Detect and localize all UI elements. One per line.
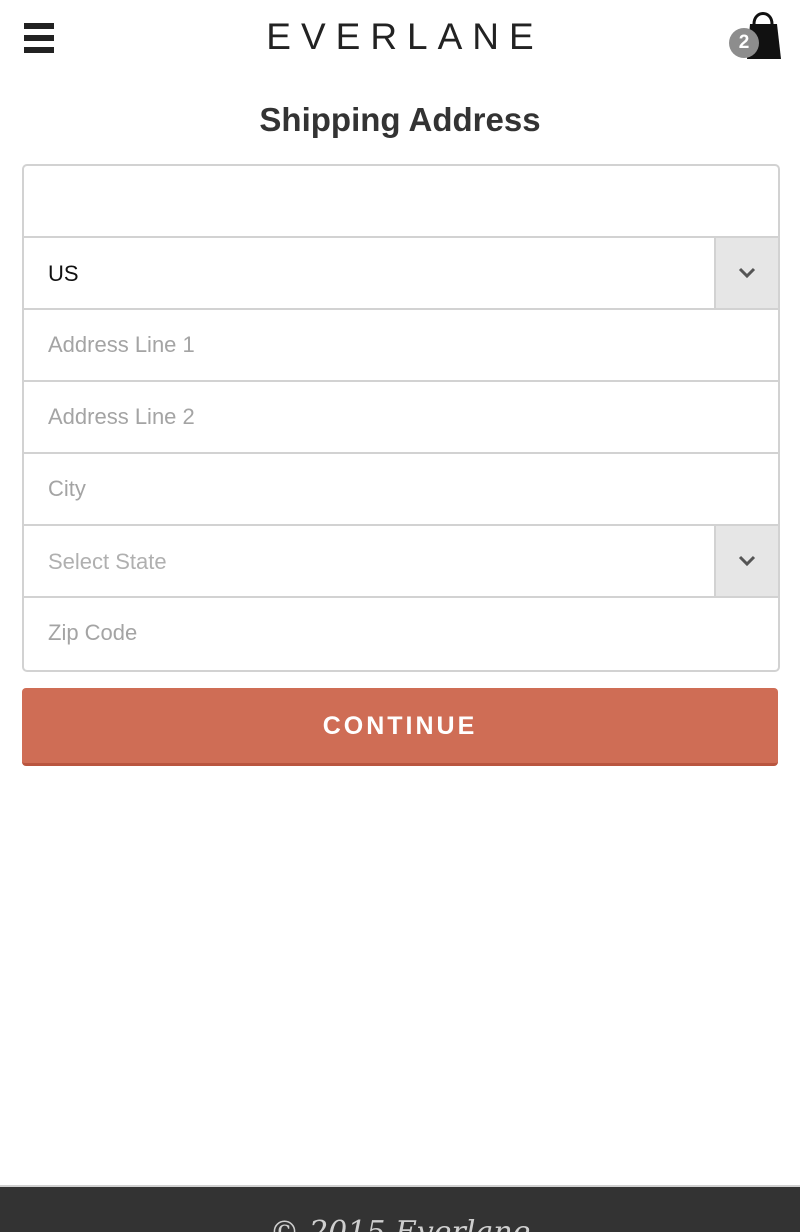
state-dropdown-button[interactable]	[714, 526, 778, 596]
full-name-row	[24, 166, 778, 238]
address-line2-input[interactable]	[24, 382, 778, 452]
zip-code-row	[24, 598, 778, 668]
chevron-down-icon	[738, 555, 756, 567]
address-line1-input[interactable]	[24, 310, 778, 380]
continue-button[interactable]: CONTINUE	[22, 688, 778, 766]
city-row	[24, 454, 778, 526]
header: EVERLANE 2	[0, 0, 800, 80]
brand-logo[interactable]: EVERLANE	[0, 16, 800, 58]
cart-count-badge: 2	[729, 28, 759, 58]
full-name-input[interactable]	[24, 166, 778, 236]
copyright-text: © 2015 Everlane	[0, 1215, 800, 1232]
page-title: Shipping Address	[259, 101, 541, 138]
footer: © 2015 Everlane	[0, 1185, 800, 1232]
checkout-page: EVERLANE 2 Shipping Address US Address L…	[0, 0, 800, 1232]
chevron-down-icon	[738, 267, 756, 279]
address-line1-row	[24, 310, 778, 382]
country-select-row[interactable]: US	[24, 238, 778, 310]
zip-code-input[interactable]	[24, 598, 778, 668]
country-dropdown-button[interactable]	[714, 238, 778, 308]
shipping-address-form: US Select State	[22, 164, 780, 672]
cart-button[interactable]: 2	[728, 6, 784, 62]
city-input[interactable]	[24, 454, 778, 524]
state-select-value: Select State	[48, 549, 167, 574]
address-line2-row	[24, 382, 778, 454]
state-select-row[interactable]: Select State	[24, 526, 778, 598]
country-select-value: US	[48, 261, 79, 286]
brand-name: EVERLANE	[266, 16, 544, 57]
